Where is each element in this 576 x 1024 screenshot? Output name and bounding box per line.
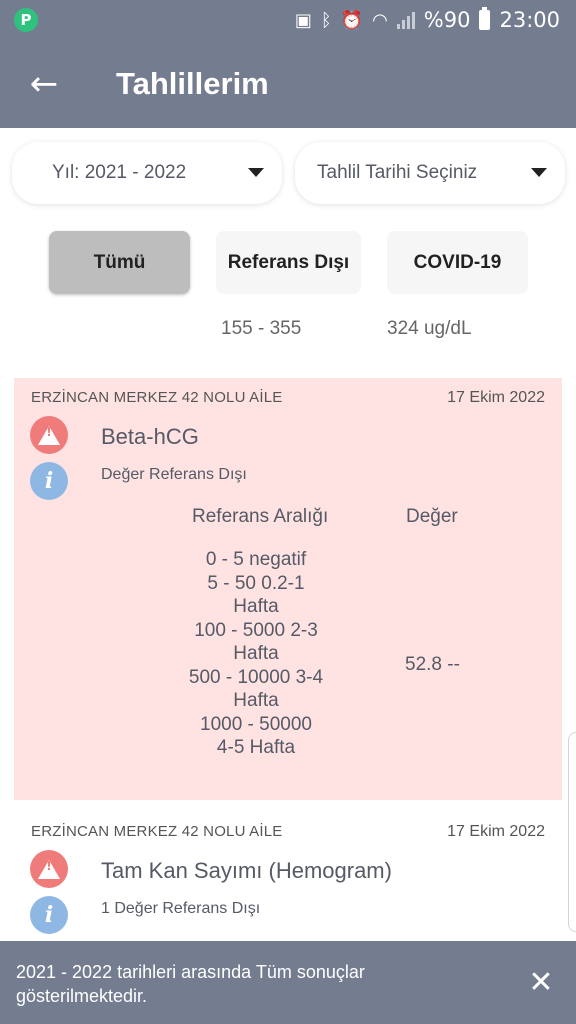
test-name: Tam Kan Sayımı (Hemogram): [101, 858, 392, 883]
year-dropdown-label: Yıl: 2021 - 2022: [52, 162, 187, 183]
signal-icon: [396, 11, 415, 29]
result-date: 17 Ekim 2022: [447, 389, 545, 406]
snackbar: 2021 - 2022 tarihleri arasında Tüm sonuç…: [0, 941, 576, 1024]
scrollbar[interactable]: [568, 732, 576, 932]
date-dropdown-label: Tahlil Tarihi Seçiniz: [317, 162, 478, 183]
result-date: 17 Ekim 2022: [447, 823, 545, 840]
test-name: Beta-hCG: [101, 424, 199, 449]
tab-all[interactable]: Tümü: [49, 231, 190, 294]
year-dropdown[interactable]: Yıl: 2021 - 2022: [12, 142, 282, 204]
result-card[interactable]: ERZİNCAN MERKEZ 42 NOLU AİLE 17 Ekim 202…: [14, 812, 562, 952]
close-icon[interactable]: ✕: [522, 963, 560, 1001]
result-status: 1 Değer Referans Dışı: [101, 900, 261, 917]
warning-icon: !: [30, 850, 68, 888]
result-card[interactable]: ERZİNCAN MERKEZ 42 NOLU AİLE 17 Ekim 202…: [14, 378, 562, 800]
facility-name: ERZİNCAN MERKEZ 42 NOLU AİLE: [31, 389, 283, 406]
status-icons: ▣ ᛒ ⏰ ◠ %90 23:00: [295, 0, 560, 40]
warning-icon: !: [30, 416, 68, 454]
tab-out-of-reference[interactable]: Referans Dışı: [216, 231, 361, 294]
hint-covid-text: 324 ug/dL: [387, 318, 472, 339]
battery-percent: %90: [423, 8, 471, 32]
info-icon[interactable]: i: [30, 462, 68, 500]
result-status: Değer Referans Dışı: [101, 466, 247, 483]
result-value: 52.8 --: [405, 654, 460, 675]
status-bar: P ▣ ᛒ ⏰ ◠ %90 23:00: [0, 0, 576, 40]
facility-name: ERZİNCAN MERKEZ 42 NOLU AİLE: [31, 823, 283, 840]
arrow-left-icon[interactable]: ←: [22, 64, 66, 104]
hint-reference-text: 155 - 355: [221, 318, 302, 339]
reference-range-header: Referans Aralığı: [192, 506, 329, 527]
sim-icon: ▣: [294, 9, 312, 31]
clock: 23:00: [499, 8, 560, 32]
reference-range: 0 - 5 negatif 5 - 50 0.2-1 Hafta 100 - 5…: [188, 549, 324, 758]
battery-icon: [479, 7, 491, 30]
alarm-icon: ⏰: [340, 9, 364, 31]
date-dropdown[interactable]: Tahlil Tarihi Seçiniz: [295, 142, 565, 204]
app-notification-icon: P: [14, 8, 38, 32]
caret-down-icon: [248, 168, 264, 177]
page-title: Tahlillerim: [116, 66, 269, 101]
caret-down-icon: [531, 168, 547, 177]
bluetooth-icon: ᛒ: [320, 9, 332, 31]
wifi-icon: ◠: [372, 9, 388, 31]
snackbar-message: 2021 - 2022 tarihleri arasında Tüm sonuç…: [16, 962, 365, 1006]
app-bar: ← Tahlillerim: [0, 40, 576, 128]
info-icon[interactable]: i: [30, 896, 68, 934]
value-header: Değer: [406, 506, 458, 527]
tab-covid-19[interactable]: COVID-19: [387, 231, 528, 294]
